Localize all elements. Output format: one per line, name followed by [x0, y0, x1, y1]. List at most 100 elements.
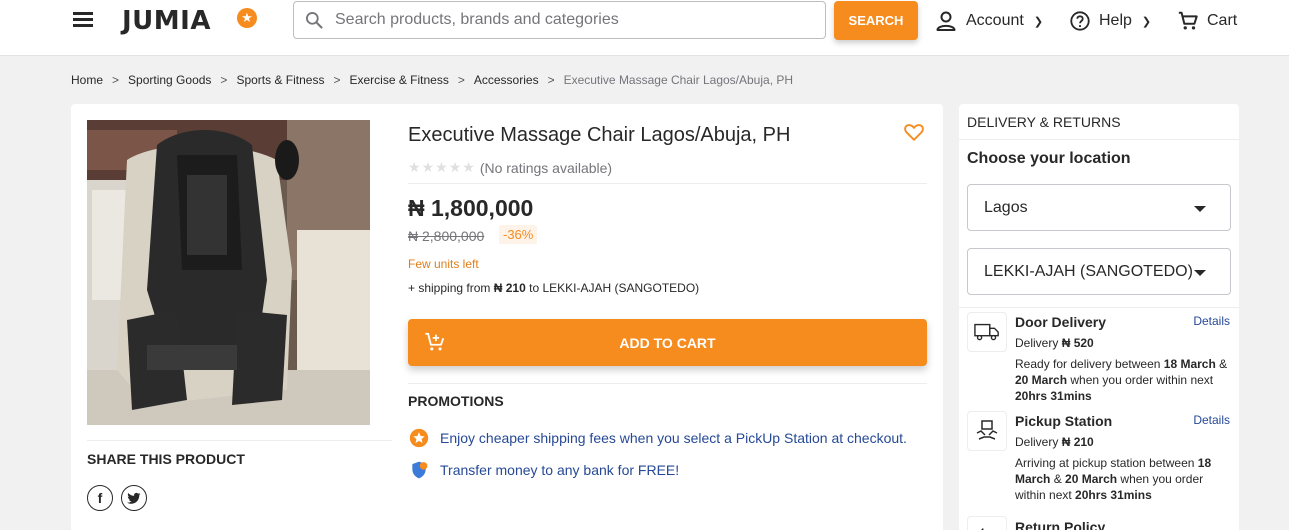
- heart-icon[interactable]: [903, 121, 925, 143]
- pickup-station-details-link[interactable]: Details: [1193, 413, 1230, 427]
- divider: [408, 383, 927, 384]
- star-icon: ★: [462, 159, 475, 175]
- chevron-down-icon: ❯: [1141, 15, 1152, 28]
- breadcrumb-exercise-fitness[interactable]: Exercise & Fitness: [349, 73, 448, 87]
- text: &: [1053, 472, 1062, 486]
- logo-star-icon: ★: [237, 8, 257, 28]
- cart-label: Cart: [1207, 12, 1238, 29]
- return-policy-title: Return Policy: [1015, 519, 1106, 530]
- add-to-cart-button[interactable]: ADD TO CART: [408, 319, 927, 366]
- discount-badge: -36%: [499, 225, 538, 244]
- rating-text: (No ratings available): [479, 159, 613, 176]
- star-icon: ★: [448, 159, 462, 175]
- time: 20hrs 31mins: [1075, 488, 1152, 502]
- delivery-returns-card: DELIVERY & RETURNS Choose your location …: [959, 104, 1239, 530]
- shipping-prefix: + shipping from: [408, 281, 491, 295]
- caret-down-icon: [1194, 206, 1206, 212]
- fee-amount: ₦ 520: [1061, 336, 1094, 350]
- cart-icon: [1178, 11, 1198, 30]
- help-icon: [1070, 11, 1090, 31]
- shipping-suffix: to LEKKI-AJAH (SANGOTEDO): [529, 281, 700, 295]
- breadcrumb: Home > Sporting Goods > Sports & Fitness > …: [71, 73, 794, 87]
- date: 18 March: [1163, 357, 1216, 371]
- facebook-share-button[interactable]: f: [87, 485, 113, 511]
- truck-icon: [967, 312, 1007, 352]
- promotions-title: PROMOTIONS: [408, 393, 504, 409]
- account-icon: [936, 11, 956, 31]
- choose-location-title: Choose your location: [967, 150, 1131, 167]
- caret-down-icon: [1194, 270, 1206, 276]
- breadcrumb-sporting-goods[interactable]: Sporting Goods: [128, 73, 211, 87]
- breadcrumb-sports-fitness[interactable]: Sports & Fitness: [236, 73, 324, 87]
- breadcrumb-accessories[interactable]: Accessories: [474, 73, 539, 87]
- door-delivery-fee: Delivery ₦ 520: [1015, 336, 1094, 350]
- product-title: Executive Massage Chair Lagos/Abuja, PH: [408, 124, 791, 146]
- text: &: [1219, 357, 1228, 371]
- search-box: [293, 1, 826, 39]
- product-card: SHARE THIS PRODUCT f Executive Massage C…: [71, 104, 943, 530]
- region-select[interactable]: Lagos: [967, 184, 1231, 231]
- pickup-station-icon: [967, 411, 1007, 451]
- star-icon: ★: [435, 159, 448, 175]
- search-input[interactable]: [335, 3, 815, 37]
- cart-link[interactable]: Cart: [1177, 7, 1237, 35]
- date: 20 March: [1015, 373, 1068, 387]
- promo-text: Enjoy cheaper shipping fees when you sel…: [440, 430, 907, 446]
- door-delivery-text: Ready for delivery between 18 March & 20…: [1015, 356, 1231, 404]
- stock-status: Few units left: [408, 257, 479, 271]
- city-value: LEKKI-AJAH (SANGOTEDO): [984, 262, 1193, 280]
- door-delivery-title: Door Delivery: [1015, 314, 1107, 330]
- shipping-info: + shipping from ₦ 210 to LEKKI-AJAH (SAN…: [408, 281, 699, 295]
- breadcrumb-current: Executive Massage Chair Lagos/Abuja, PH: [563, 73, 794, 87]
- menu-icon[interactable]: [73, 12, 93, 28]
- star-icon: ★: [421, 159, 435, 175]
- breadcrumb-home[interactable]: Home: [71, 73, 103, 87]
- fee-label: Delivery: [1015, 336, 1059, 350]
- pickup-station-title: Pickup Station: [1015, 413, 1113, 429]
- star-badge-icon: [408, 427, 430, 449]
- add-cart-icon: [425, 332, 445, 351]
- account-menu[interactable]: Account ❯: [934, 7, 1043, 35]
- search-button[interactable]: SEARCH: [834, 1, 918, 40]
- delivery-title: DELIVERY & RETURNS: [967, 114, 1121, 130]
- pickup-station-text: Arriving at pickup station between 18 Ma…: [1015, 455, 1231, 503]
- rating[interactable]: ★ ★ ★ ★ ★ (No ratings available): [408, 159, 612, 176]
- add-to-cart-label: ADD TO CART: [619, 334, 716, 351]
- divider: [408, 183, 927, 184]
- search-icon: [306, 12, 323, 29]
- fee-label: Delivery: [1015, 435, 1059, 449]
- old-price: ₦ 2,800,000: [408, 228, 485, 244]
- star-icon: ★: [408, 159, 421, 175]
- shield-icon: [408, 459, 430, 481]
- divider: [959, 139, 1239, 140]
- account-label: Account: [966, 12, 1024, 29]
- text: when you order within next: [1070, 373, 1214, 387]
- chevron-down-icon: ❯: [1033, 15, 1044, 28]
- twitter-icon: [127, 492, 141, 504]
- divider: [87, 440, 392, 441]
- facebook-icon: f: [97, 490, 103, 506]
- fee-amount: ₦ 210: [1061, 435, 1094, 449]
- twitter-share-button[interactable]: [121, 485, 147, 511]
- time: 20hrs 31mins: [1015, 389, 1092, 403]
- share-title: SHARE THIS PRODUCT: [87, 451, 245, 467]
- date: 20 March: [1065, 472, 1118, 486]
- text: Arriving at pickup station between: [1015, 456, 1195, 470]
- shipping-amount: ₦ 210: [493, 281, 526, 295]
- jumia-logo[interactable]: JUMIA: [122, 6, 211, 36]
- promo-item[interactable]: Transfer money to any bank for FREE!: [408, 459, 679, 481]
- product-image[interactable]: [87, 120, 370, 425]
- return-icon: [967, 516, 1007, 530]
- help-label: Help: [1099, 12, 1132, 29]
- divider: [959, 307, 1239, 308]
- top-header: JUMIA ★ SEARCH Account ❯ Help ❯ Cart: [0, 0, 1289, 56]
- pickup-station-fee: Delivery ₦ 210: [1015, 435, 1094, 449]
- text: Ready for delivery between: [1015, 357, 1161, 371]
- region-value: Lagos: [984, 198, 1028, 216]
- promo-item[interactable]: Enjoy cheaper shipping fees when you sel…: [408, 427, 907, 449]
- door-delivery-details-link[interactable]: Details: [1193, 314, 1230, 328]
- promo-text: Transfer money to any bank for FREE!: [440, 462, 680, 478]
- city-select[interactable]: LEKKI-AJAH (SANGOTEDO): [967, 248, 1231, 295]
- current-price: ₦ 1,800,000: [408, 195, 534, 221]
- help-menu[interactable]: Help ❯: [1069, 7, 1151, 35]
